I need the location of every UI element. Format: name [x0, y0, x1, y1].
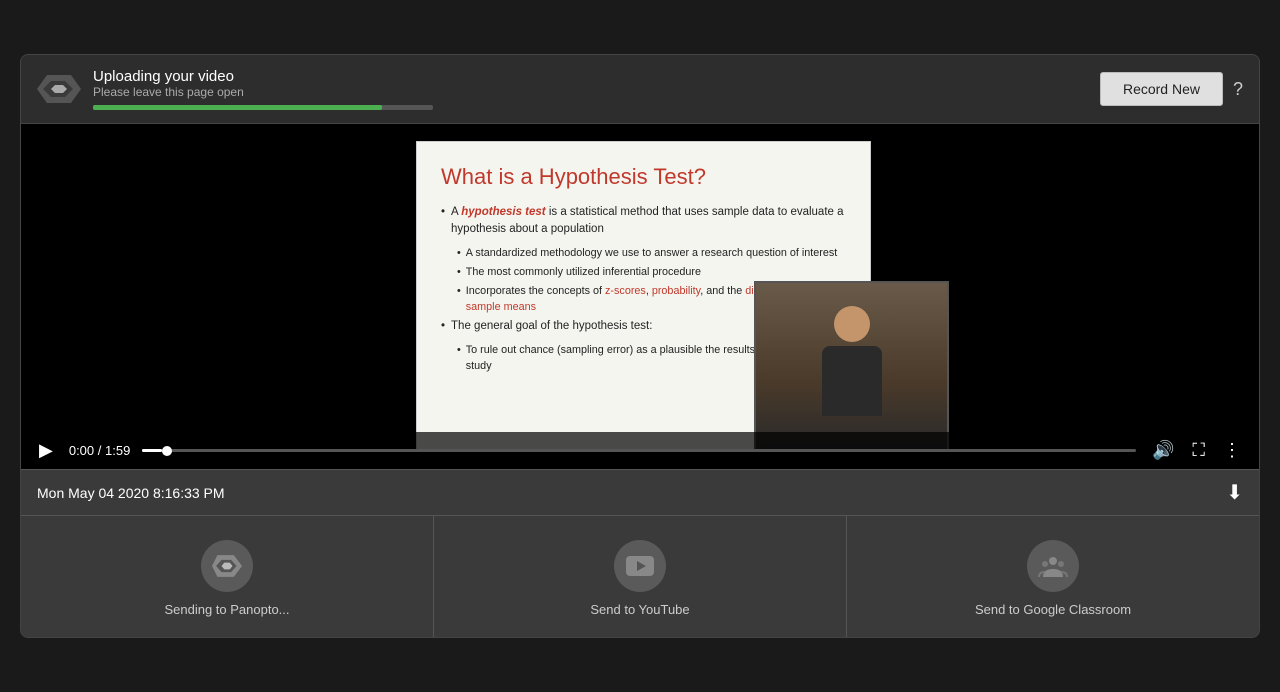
fullscreen-button[interactable]: ⛶	[1188, 438, 1209, 463]
webcam-overlay	[754, 281, 949, 451]
slide-bullet1-text: A hypothesis test is a statistical metho…	[451, 204, 846, 239]
youtube-share-icon	[614, 540, 666, 592]
ctrl-right: 🔊 ⛶ ⋮	[1148, 438, 1245, 463]
video-timestamp: Mon May 04 2020 8:16:33 PM	[37, 485, 225, 501]
person-silhouette	[812, 306, 892, 426]
person-head	[834, 306, 870, 342]
progress-bar-container	[93, 105, 433, 110]
seek-thumb	[162, 446, 172, 456]
slide-bullet-1: • A hypothesis test is a statistical met…	[441, 204, 846, 239]
download-button[interactable]: ⬇	[1226, 480, 1243, 505]
upload-title: Uploading your video	[93, 68, 433, 85]
sub-text-1: A standardized methodology we use to ans…	[466, 245, 838, 261]
bullet-dot-1: •	[441, 204, 445, 239]
header-left: Uploading your video Please leave this p…	[37, 67, 433, 111]
video-controls: ▶ 0:00 / 1:59 🔊 ⛶ ⋮	[21, 432, 1259, 469]
app-window: Uploading your video Please leave this p…	[20, 54, 1260, 638]
sub-text-2: The most commonly utilized inferential p…	[466, 264, 701, 280]
more-options-button[interactable]: ⋮	[1219, 438, 1245, 463]
header-right: Record New ?	[1100, 72, 1243, 106]
help-icon-button[interactable]: ?	[1233, 79, 1243, 100]
slide-sub-item-2: • The most commonly utilized inferential…	[457, 264, 846, 280]
panopto-icon-svg	[212, 551, 242, 581]
slide-bullet2-text: The general goal of the hypothesis test:	[451, 318, 652, 335]
current-time: 0:00	[69, 443, 94, 458]
slide-title: What is a Hypothesis Test?	[441, 164, 846, 190]
header-text: Uploading your video Please leave this p…	[93, 68, 433, 110]
info-bar: Mon May 04 2020 8:16:33 PM ⬇	[21, 469, 1259, 515]
progress-bar-fill	[93, 105, 382, 110]
bullet-dot-2: •	[441, 318, 445, 335]
sub-bullet-4: •	[457, 342, 461, 374]
google-classroom-share-label: Send to Google Classroom	[975, 602, 1131, 617]
webcam-person	[756, 283, 947, 449]
record-new-button[interactable]: Record New	[1100, 72, 1223, 106]
total-time: 1:59	[105, 443, 130, 458]
seek-bar[interactable]	[142, 449, 1136, 452]
upload-subtitle: Please leave this page open	[93, 85, 433, 99]
sub-bullet-2: •	[457, 264, 461, 280]
sub-bullet-3: •	[457, 283, 461, 315]
person-body	[822, 346, 882, 416]
highlight-hypothesis-test: hypothesis test	[461, 206, 545, 218]
youtube-share-label: Send to YouTube	[590, 602, 689, 617]
panopto-share-icon	[201, 540, 253, 592]
panopto-logo-icon	[37, 67, 81, 111]
link-zscores: z-scores	[605, 285, 646, 297]
header: Uploading your video Please leave this p…	[21, 55, 1259, 124]
sub-bullet-1: •	[457, 245, 461, 261]
time-display: 0:00 / 1:59	[69, 443, 130, 458]
share-row: Sending to Panopto... Send to YouTube	[21, 515, 1259, 637]
google-classroom-icon-svg	[1038, 551, 1068, 581]
share-card-youtube[interactable]: Send to YouTube	[434, 516, 847, 637]
link-probability: probability	[652, 285, 700, 297]
seek-fill	[142, 449, 162, 452]
youtube-icon-svg	[626, 552, 654, 580]
share-card-google-classroom[interactable]: Send to Google Classroom	[847, 516, 1259, 637]
volume-button[interactable]: 🔊	[1148, 438, 1178, 463]
slide-sub-item-1: • A standardized methodology we use to a…	[457, 245, 846, 261]
share-card-panopto[interactable]: Sending to Panopto...	[21, 516, 434, 637]
google-classroom-share-icon	[1027, 540, 1079, 592]
video-area: What is a Hypothesis Test? • A hypothesi…	[21, 124, 1259, 469]
play-button[interactable]: ▶	[35, 438, 57, 463]
panopto-share-label: Sending to Panopto...	[164, 602, 289, 617]
